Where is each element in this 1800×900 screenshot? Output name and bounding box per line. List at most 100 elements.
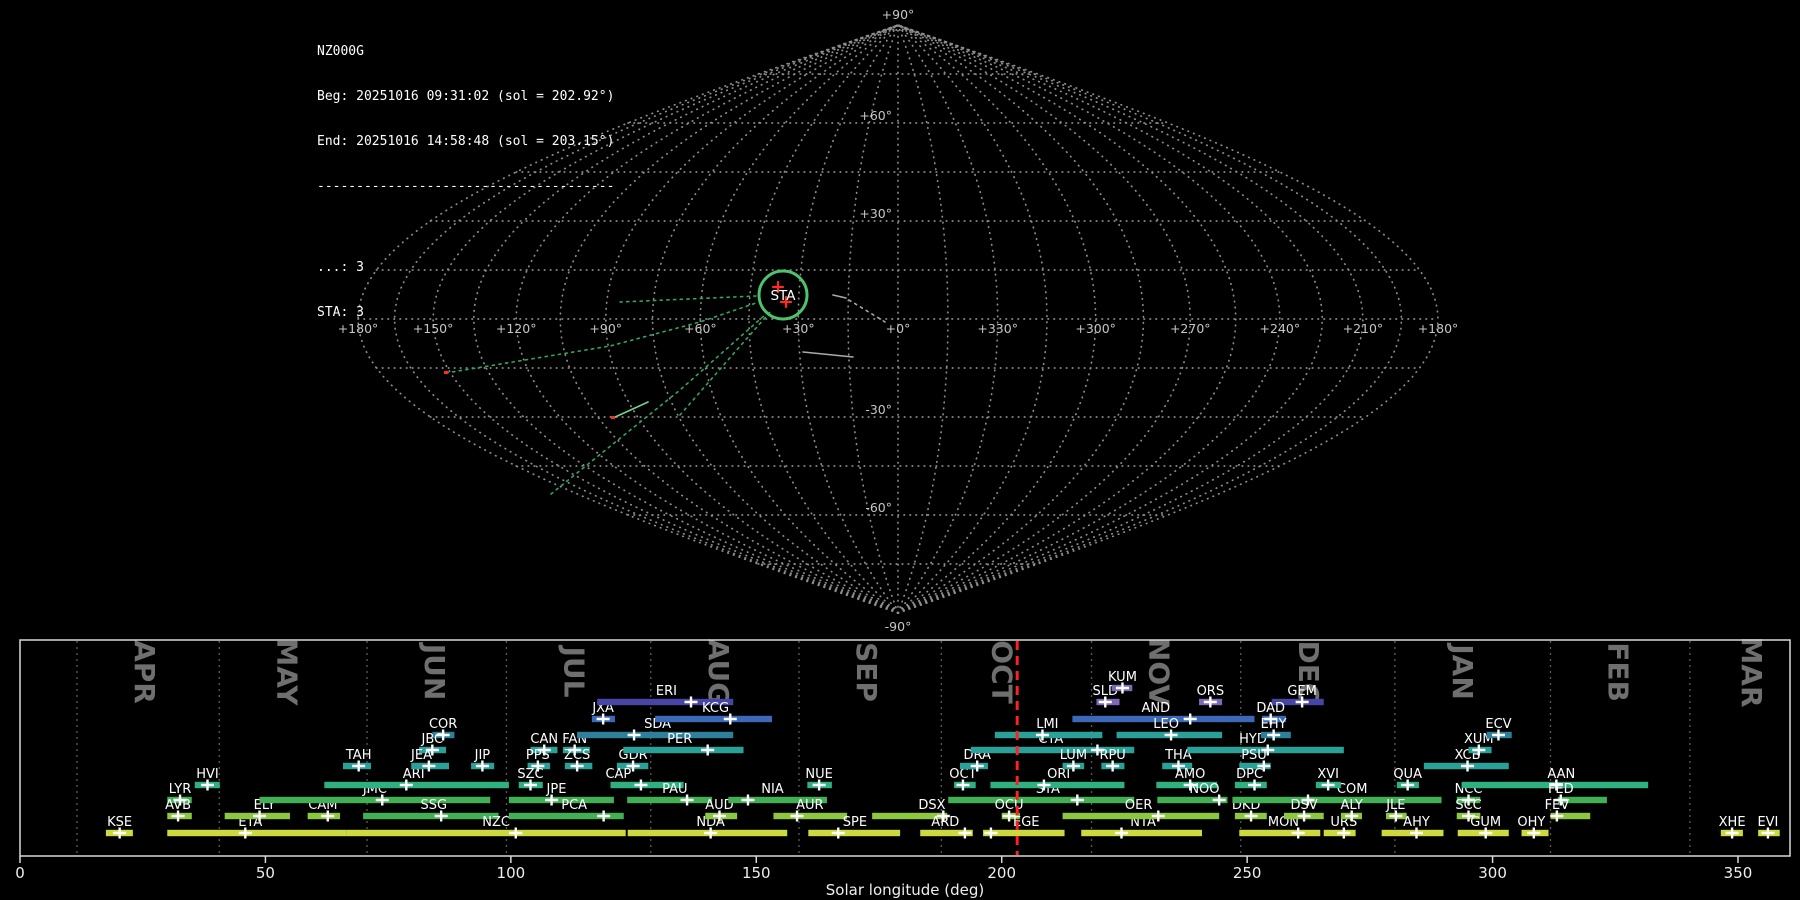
shower-label-XHE: XHE (1719, 815, 1746, 830)
shower-label-LUM: LUM (1060, 748, 1087, 763)
shower-label-QUA: QUA (1393, 767, 1422, 782)
shower-label-SCC: SCC (1455, 798, 1481, 813)
lon-label: +60° (684, 321, 717, 336)
shower-bar-NTA (1081, 829, 1202, 837)
shower-label-AAN: AAN (1547, 767, 1575, 782)
shower-label-JPE: JPE (546, 782, 567, 797)
month-label-oct: OCT (986, 640, 1019, 703)
x-tick-label: 300 (1478, 864, 1507, 882)
shower-label-CAP: CAP (605, 767, 631, 782)
shower-label-FEV: FEV (1545, 798, 1570, 813)
shower-bar-PAU (627, 796, 713, 804)
shower-label-DAD: DAD (1256, 701, 1285, 716)
shower-label-PCA: PCA (561, 798, 587, 813)
shower-label-FED: FED (1548, 782, 1574, 797)
shower-label-NIA: NIA (761, 782, 784, 797)
month-label-aug: AUG (702, 639, 735, 706)
header-separator: -------------------------------------- (317, 179, 615, 194)
meteor-observation-screen: +180° +150° +120° +90° +60° +30° +0° +330° +300°… (0, 0, 1800, 900)
shower-label-DSV: DSV (1291, 798, 1318, 813)
shower-peak-marker-EGE (984, 827, 998, 839)
shower-label-XVI: XVI (1317, 767, 1339, 782)
shower-label-KCG: KCG (702, 701, 729, 716)
month-label-sep: SEP (850, 642, 883, 702)
shower-bar-STA (948, 796, 1135, 804)
shower-bar-MON (1239, 829, 1321, 837)
shower-label-NZC: NZC (482, 815, 510, 830)
shower-label-HVI: HVI (196, 767, 219, 782)
shower-bar-ETA (167, 829, 347, 837)
lon-label: +210° (1343, 321, 1384, 336)
x-tick-label: 200 (987, 864, 1016, 882)
shower-peak-marker-NIA (741, 794, 755, 806)
grid-meridian (604, 24, 899, 614)
meteor-begin-marker (444, 371, 448, 374)
month-label-nov: NOV (1143, 638, 1176, 706)
meteor-trail (619, 295, 757, 303)
end-time: End: 20251016 14:58:48 (sol = 203.15°) (317, 134, 615, 149)
station-code: NZ000G (317, 44, 364, 59)
shower-label-LMI: LMI (1036, 717, 1058, 732)
month-label-jul: JUL (558, 645, 591, 698)
shower-peak-marker-ERI (684, 696, 698, 708)
shower-label-ORS: ORS (1197, 684, 1225, 699)
shower-label-AMO: AMO (1175, 767, 1205, 782)
lon-label: +270° (1170, 321, 1211, 336)
shower-bar-COM (1232, 796, 1442, 804)
x-tick-label: 350 (1724, 864, 1753, 882)
shower-label-AVB: AVB (165, 798, 191, 813)
shower-label-JEA: JEA (410, 748, 432, 763)
shower-label-ARD: ARD (931, 815, 959, 830)
shower-label-OHY: OHY (1517, 815, 1545, 830)
shower-label-PPS: PPS (526, 748, 550, 763)
shower-label-GEM: GEM (1287, 684, 1317, 699)
shower-label-ORI: ORI (1047, 767, 1070, 782)
shower-label-COM: COM (1337, 782, 1368, 797)
shower-label-ARI: ARI (403, 767, 425, 782)
shower-label-SSG: SSG (421, 798, 448, 813)
shower-bar-ARI (324, 781, 509, 789)
north-pole-label: +90° (882, 7, 915, 22)
x-tick-label: 150 (742, 864, 771, 882)
shower-bar-OER (1062, 812, 1220, 820)
shower-bar-SSG (363, 812, 499, 820)
month-label-feb: FEB (1602, 642, 1635, 702)
shower-label-JBC: JBC (421, 732, 444, 747)
shower-label-DPC: DPC (1236, 767, 1263, 782)
shower-label-JIP: JIP (474, 748, 491, 763)
meteor-trail (848, 299, 886, 323)
shower-label-RPU: RPU (1099, 748, 1125, 763)
lat-label: +60° (859, 108, 892, 123)
shower-label-OER: OER (1125, 798, 1152, 813)
count-other: ...: 3 (317, 260, 364, 275)
shower-peak-marker-ARD (958, 827, 972, 839)
lon-label: +240° (1260, 321, 1301, 336)
shower-bar-AUR (773, 812, 848, 820)
x-tick-label: 0 (15, 864, 25, 882)
lon-label: +0° (886, 321, 911, 336)
lat-label: -30° (865, 402, 892, 417)
x-tick-label: 250 (1233, 864, 1262, 882)
shower-label-KUM: KUM (1108, 670, 1137, 685)
meteor-trail (832, 294, 847, 299)
shower-peak-marker-AND (1183, 713, 1197, 725)
header-gap (317, 224, 614, 230)
month-label-apr: APR (128, 640, 161, 704)
meteor-trail (612, 401, 649, 419)
shower-bar-PER (623, 746, 744, 754)
shower-label-PSU: PSU (1241, 748, 1267, 763)
shower-peak-marker-NTA (1114, 827, 1128, 839)
count-sta: STA: 3 (317, 305, 364, 320)
shower-label-AUR: AUR (796, 798, 823, 813)
shower-label-NUE: NUE (805, 767, 832, 782)
shower-peak-marker-CAP (634, 779, 648, 791)
shower-label-JLE: JLE (1385, 798, 1405, 813)
shower-label-DSX: DSX (918, 798, 945, 813)
shower-peak-marker-SDA (627, 729, 641, 741)
shower-label-AHY: AHY (1403, 815, 1430, 830)
shower-label-ZCS: ZCS (564, 748, 590, 763)
shower-peak-marker-STA (1070, 794, 1084, 806)
shower-bar-KCG (655, 715, 772, 723)
shower-label-OCT: OCT (949, 767, 976, 782)
observation-header: NZ000G Beg: 20251016 09:31:02 (sol = 202… (317, 14, 614, 350)
